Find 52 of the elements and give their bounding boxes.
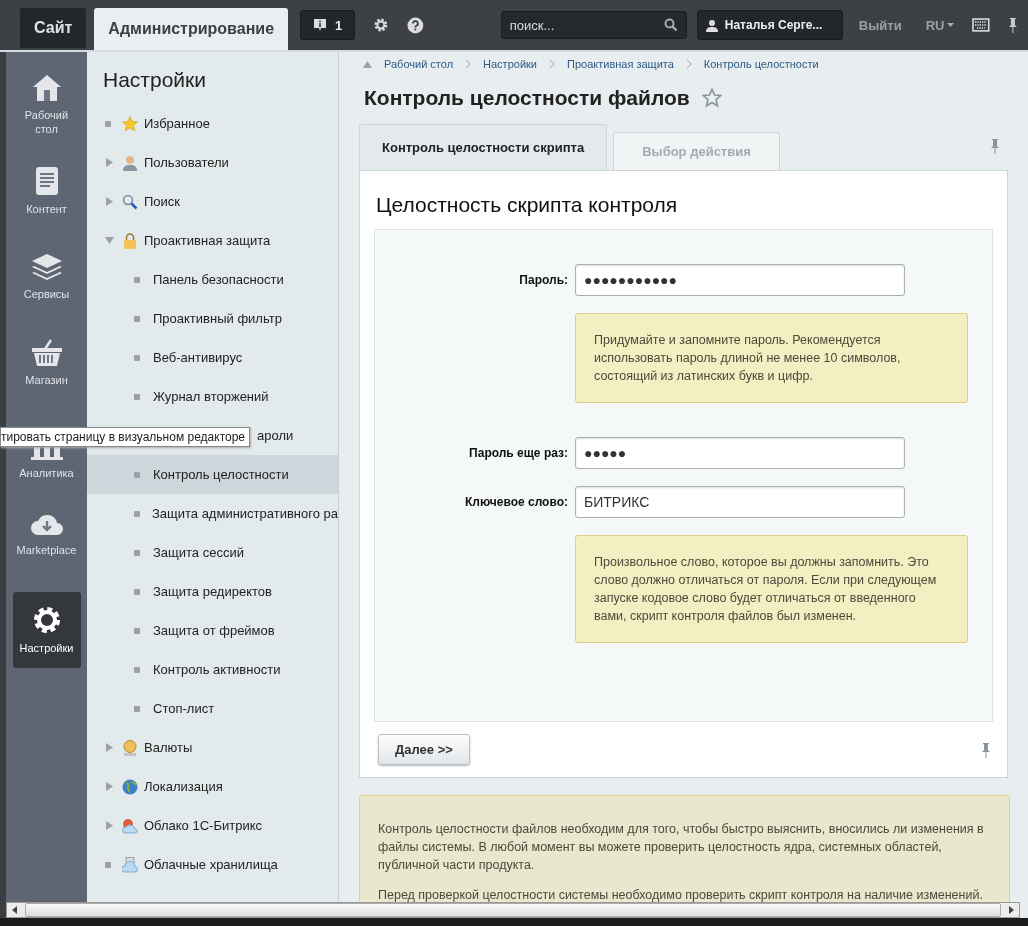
section-title: Целостность скрипта контроля xyxy=(375,192,679,218)
menu-item[interactable]: Панель безопасности xyxy=(87,260,338,299)
search-field[interactable]: поиск... xyxy=(500,11,687,39)
menu-item[interactable]: Контроль целостности xyxy=(87,455,338,494)
menu-item[interactable]: Защита сессий xyxy=(87,533,338,572)
menu-item[interactable]: Проактивная защита xyxy=(87,221,338,260)
logout-link[interactable]: Выйти xyxy=(858,17,902,33)
field-label: Пароль еще раз: xyxy=(468,446,568,460)
menu-item[interactable]: Облако 1С-Битрикс xyxy=(87,806,338,845)
menu-item[interactable]: Защита от фреймов xyxy=(87,611,338,650)
menu-item[interactable]: Журнал вторжений xyxy=(87,377,338,416)
menu-item[interactable]: Защита административного ра xyxy=(87,494,338,533)
input-field[interactable]: ●●●●● xyxy=(575,437,905,469)
tooltip: тировать страницу в визуальном редакторе xyxy=(0,427,251,447)
input-field[interactable]: ●●●●●●●●●●● xyxy=(575,264,905,296)
menu-item[interactable]: Проактивный фильтр xyxy=(87,299,338,338)
notifications-button[interactable]: 1 xyxy=(300,10,356,40)
field-label: Ключевое слово: xyxy=(464,495,568,509)
sidebar-title: Настройки xyxy=(102,67,207,93)
top-tab[interactable]: Сайт xyxy=(20,8,87,48)
menu-item[interactable]: Избранное xyxy=(87,104,338,143)
menu-item[interactable]: Валюты xyxy=(87,728,338,767)
rail-item[interactable]: Marketplace xyxy=(12,492,81,578)
menu-item[interactable]: Облачные хранилища xyxy=(87,845,338,884)
breadcrumb-link[interactable]: Рабочий стол xyxy=(384,58,454,70)
next-button[interactable]: Далее >> xyxy=(378,734,470,765)
user-button[interactable]: Наталья Серге... xyxy=(696,10,843,40)
tab[interactable]: Контроль целостности скрипта xyxy=(359,124,608,170)
menu-item[interactable]: Защита редиректов xyxy=(87,572,338,611)
hint-text: Произвольное слово, которое вы должны запомнить. Это слово должно отличаться от пароля. Если при следующем запуске кодовое слово будет отличаться от введенного вами, скрипт контроля файлов был изменен. xyxy=(575,535,968,643)
language-button[interactable]: RU xyxy=(925,17,955,33)
menu-item[interactable]: Контроль активности xyxy=(87,650,338,689)
input-field[interactable]: БИТРИКС xyxy=(575,486,905,518)
note-paragraph: Перед проверкой целостности системы необходимо проверить скрипт контроля на наличие изменений. xyxy=(378,887,984,904)
rail-item[interactable]: Контент xyxy=(12,148,81,234)
breadcrumb-link[interactable]: Контроль целостности xyxy=(703,58,819,70)
menu-item[interactable]: Локализация xyxy=(87,767,338,806)
menu-item[interactable]: Веб-антивирус xyxy=(87,338,338,377)
rail-item[interactable]: Настройки xyxy=(12,592,81,668)
field-label: Пароль: xyxy=(518,273,568,287)
hint-text: Придумайте и запомните пароль. Рекомендуется использовать пароль длиной не менее 10 символов, состоящий из латинских букв и цифр. xyxy=(575,313,968,403)
breadcrumb-link[interactable]: Настройки xyxy=(483,58,537,70)
rail-item[interactable]: Сервисы xyxy=(12,234,81,320)
rail-item[interactable]: Рабочий стол xyxy=(12,62,81,148)
menu-item[interactable]: Стоп-лист xyxy=(87,689,338,728)
note-paragraph: Контроль целостности файлов необходим для того, чтобы быстро выяснить, вносились ли изменения в файлы системы. В любой момент вы можете проверить целостность ядра, системных областей, публичной части продукта. xyxy=(378,821,985,874)
page-title: Контроль целостности файлов xyxy=(364,86,690,110)
menu-item[interactable]: Пользователи xyxy=(87,143,338,182)
top-tab[interactable]: Администрирование xyxy=(94,8,289,50)
breadcrumb-link[interactable]: Проактивная защита xyxy=(567,58,674,70)
menu-item[interactable]: Поиск xyxy=(87,182,338,221)
rail-item[interactable]: Магазин xyxy=(12,320,81,406)
